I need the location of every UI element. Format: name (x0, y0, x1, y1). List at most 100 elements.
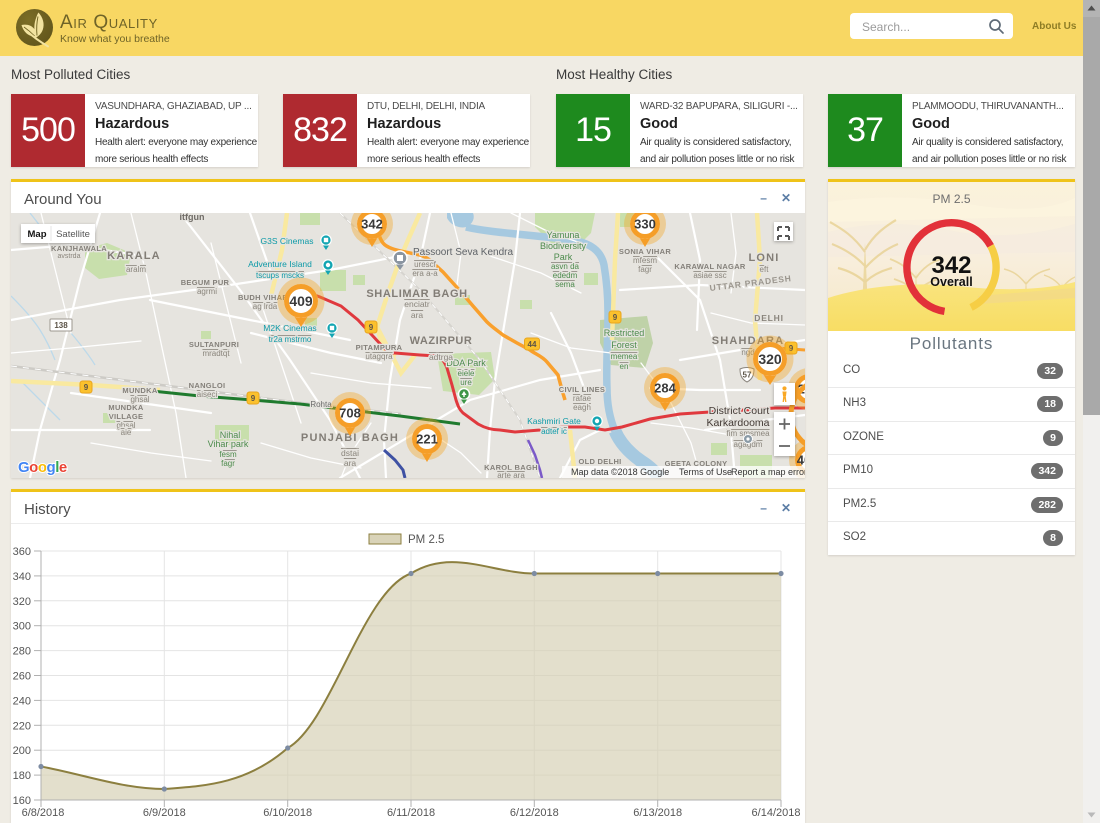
svg-text:ure: ure (460, 378, 472, 387)
svg-text:DELHI: DELHI (754, 313, 784, 323)
svg-text:BEGUM PUR: BEGUM PUR (181, 278, 230, 287)
svg-text:era a-a: era a-a (412, 269, 438, 278)
svg-text:PITAMPURA: PITAMPURA (356, 343, 403, 352)
svg-text:Restricted: Restricted (604, 328, 645, 338)
svg-text:tr2a mstrmo: tr2a mstrmo (269, 335, 312, 344)
svg-text:KANJHAWALA: KANJHAWALA (51, 244, 107, 253)
svg-text:WAZIRPUR: WAZIRPUR (410, 335, 473, 347)
svg-text:708: 708 (339, 406, 361, 421)
svg-text:Passoort Seva Kendra: Passoort Seva Kendra (413, 247, 513, 258)
svg-text:Map: Map (28, 229, 47, 240)
svg-text:Adventure Island: Adventure Island (248, 259, 312, 269)
svg-text:ag lrda: ag lrda (253, 302, 278, 311)
svg-text:221: 221 (416, 432, 438, 447)
svg-text:SULTANPURI: SULTANPURI (189, 340, 239, 349)
svg-text:6/10/2018: 6/10/2018 (263, 807, 312, 819)
svg-text:District Court: District Court (709, 405, 770, 417)
svg-text:adtrga: adtrga (429, 352, 453, 362)
svg-text:memea: memea (611, 352, 638, 361)
svg-text:eiele: eiele (458, 369, 475, 378)
svg-text:eft: eft (760, 265, 770, 274)
svg-text:ara: ara (344, 458, 357, 468)
svg-text:CIVIL LINES: CIVIL LINES (559, 385, 606, 394)
svg-text:300: 300 (13, 621, 31, 633)
svg-text:409: 409 (289, 293, 313, 309)
svg-text:MUNDKA: MUNDKA (108, 403, 143, 412)
svg-text:aiseci: aiseci (197, 390, 218, 399)
svg-text:OLD DELHI: OLD DELHI (578, 457, 621, 466)
svg-text:VILLAGE: VILLAGE (109, 412, 144, 421)
svg-text:ededm: ededm (553, 271, 578, 280)
svg-text:6/9/2018: 6/9/2018 (143, 807, 186, 819)
svg-text:urescf: urescf (414, 260, 437, 269)
svg-text:M2K Cinemas: M2K Cinemas (263, 323, 316, 333)
svg-text:Rohta: Rohta (310, 400, 332, 409)
svg-text:160: 160 (13, 795, 31, 807)
svg-text:320: 320 (758, 351, 782, 367)
svg-text:ghsal: ghsal (130, 395, 149, 404)
svg-text:aie: aie (121, 428, 132, 437)
svg-text:9: 9 (369, 323, 374, 332)
svg-text:Satellite: Satellite (56, 229, 90, 240)
svg-text:340: 340 (13, 571, 31, 583)
svg-text:eagh: eagh (573, 403, 591, 412)
svg-text:KARAWAL NAGAR: KARAWAL NAGAR (674, 262, 746, 271)
svg-text:Vihar park: Vihar park (208, 439, 249, 449)
svg-text:utagqra: utagqra (365, 352, 393, 361)
svg-text:Karkardooma: Karkardooma (706, 417, 769, 429)
svg-text:aralm: aralm (126, 265, 146, 274)
svg-text:6/14/2018: 6/14/2018 (752, 807, 801, 819)
svg-text:40: 40 (797, 453, 805, 468)
svg-text:284: 284 (654, 381, 676, 396)
svg-text:6/13/2018: 6/13/2018 (633, 807, 682, 819)
svg-text:Report a map error: Report a map error (731, 467, 805, 477)
svg-text:dstai: dstai (341, 448, 359, 458)
svg-text:9: 9 (84, 383, 89, 392)
svg-text:rafae: rafae (573, 394, 592, 403)
svg-text:6/8/2018: 6/8/2018 (22, 807, 65, 819)
svg-text:adtef ic: adtef ic (541, 427, 567, 436)
svg-text:240: 240 (13, 695, 31, 707)
svg-text:NANGLOI: NANGLOI (189, 381, 226, 390)
svg-text:44: 44 (528, 340, 537, 349)
svg-text:360: 360 (13, 546, 31, 558)
svg-text:Park: Park (554, 252, 573, 262)
svg-text:220: 220 (13, 720, 31, 732)
svg-text:fagr: fagr (221, 459, 235, 468)
svg-text:itfgun: itfgun (180, 213, 205, 222)
svg-text:Yamuna: Yamuna (547, 230, 580, 240)
svg-text:KARALA: KARALA (107, 250, 161, 262)
svg-text:260: 260 (13, 671, 31, 683)
svg-text:Terms of Use: Terms of Use (679, 467, 732, 477)
svg-text:330: 330 (634, 217, 656, 232)
svg-text:mfesm: mfesm (633, 256, 657, 265)
svg-text:280: 280 (13, 646, 31, 658)
svg-text:agrmi: agrmi (197, 287, 217, 296)
svg-text:Biodiversity: Biodiversity (540, 241, 587, 251)
svg-text:ara: ara (411, 310, 424, 320)
svg-text:arte ara: arte ara (497, 471, 525, 478)
svg-text:en: en (620, 362, 629, 371)
svg-text:9: 9 (613, 313, 618, 322)
svg-text:G3S Cinemas: G3S Cinemas (261, 236, 314, 246)
svg-text:asvn da: asvn da (551, 262, 580, 271)
svg-text:mradtqt: mradtqt (202, 349, 230, 358)
svg-text:MUNDKA: MUNDKA (122, 386, 157, 395)
svg-text:6/11/2018: 6/11/2018 (387, 807, 435, 819)
svg-text:LONI: LONI (748, 252, 779, 264)
svg-text:Forest: Forest (611, 340, 637, 350)
svg-text:sema: sema (555, 280, 575, 289)
svg-text:138: 138 (54, 321, 68, 330)
svg-text:6/12/2018: 6/12/2018 (510, 807, 559, 819)
svg-text:fagr: fagr (638, 265, 652, 274)
svg-text:200: 200 (13, 745, 31, 757)
svg-text:fesm: fesm (219, 450, 237, 459)
svg-text:PM 2.5: PM 2.5 (408, 534, 444, 546)
svg-text:enciatr: enciatr (404, 299, 430, 309)
svg-text:Google: Google (18, 459, 67, 476)
svg-text:avstrda: avstrda (58, 253, 81, 260)
svg-text:342: 342 (361, 217, 383, 232)
svg-text:Kashmiri Gate: Kashmiri Gate (527, 416, 581, 426)
svg-text:Map data ©2018 Google: Map data ©2018 Google (571, 467, 669, 477)
svg-text:9: 9 (251, 394, 256, 403)
